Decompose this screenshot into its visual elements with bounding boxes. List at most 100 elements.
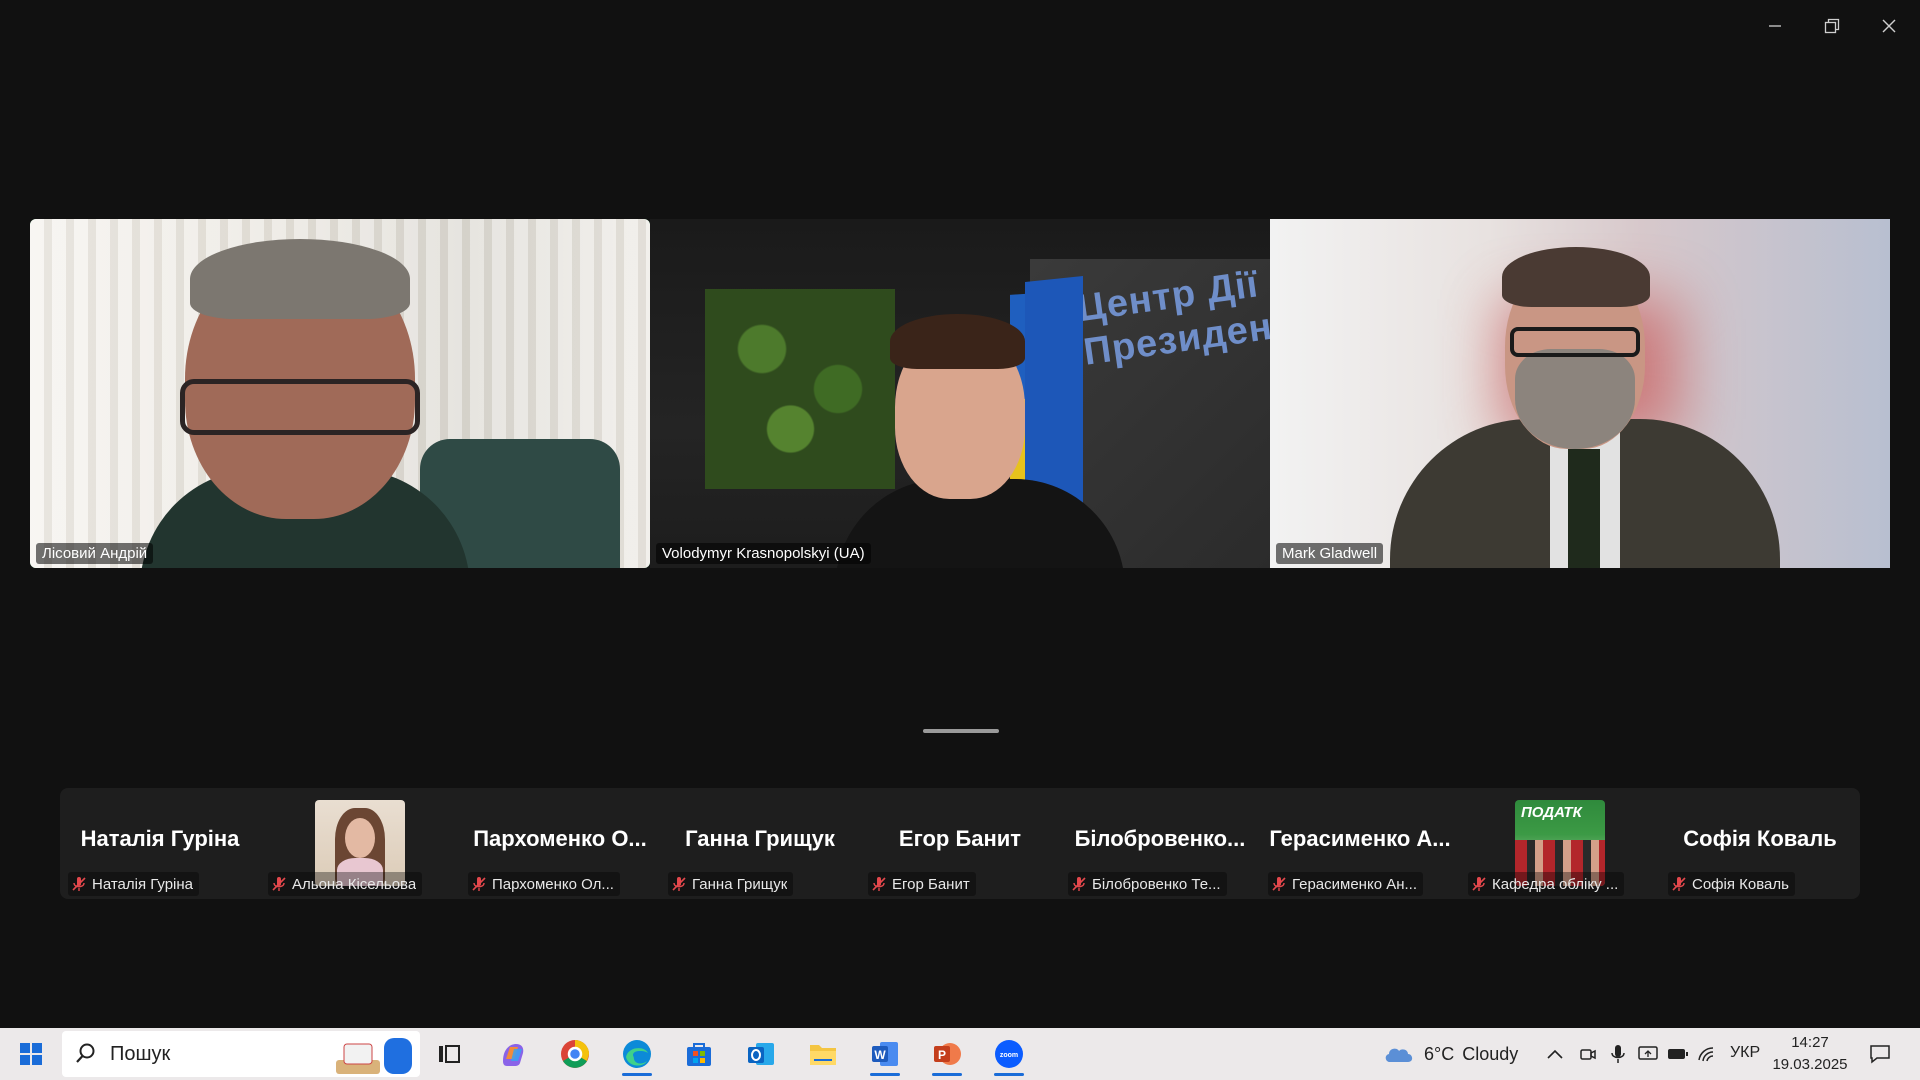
participant-label-text: Пархоменко Ол... xyxy=(492,875,614,893)
screen-share-icon xyxy=(1638,1046,1658,1060)
avatar-banner-text: ПОДАТК xyxy=(1521,804,1582,821)
zoom-button[interactable]: zoom xyxy=(986,1032,1032,1076)
participant-tile[interactable]: Наталія Гуріна Наталія Гуріна xyxy=(60,788,260,899)
minimize-button[interactable] xyxy=(1747,8,1803,44)
muted-mic-icon xyxy=(1472,877,1486,891)
video-tile-krasnopolskyi[interactable]: Центр Дії Президен Volodymyr Krasnopolsk… xyxy=(650,219,1270,568)
participant-tile[interactable]: Софія Коваль Софія Коваль xyxy=(1660,788,1860,899)
muted-mic-icon xyxy=(72,877,86,891)
muted-mic-icon xyxy=(1672,877,1686,891)
clock-date: 19.03.2025 xyxy=(1772,1056,1848,1073)
outlook-icon xyxy=(748,1043,774,1065)
restore-button[interactable] xyxy=(1804,8,1860,44)
wifi-button[interactable] xyxy=(1692,1032,1724,1076)
participant-display-name: Наталія Гуріна xyxy=(80,826,240,851)
participant-label-text: Егор Банит xyxy=(892,875,970,893)
language-indicator[interactable]: УКР xyxy=(1730,1044,1760,1062)
chrome-button[interactable] xyxy=(552,1032,598,1076)
minimize-icon xyxy=(1769,25,1781,27)
participant-tile[interactable]: Білобровенко... Білобровенко Те... xyxy=(1060,788,1260,899)
resize-handle[interactable] xyxy=(923,729,999,733)
participant-label: Пархоменко Ол... xyxy=(468,872,620,896)
participant-tile[interactable]: Герасименко А... Герасименко Ан... xyxy=(1260,788,1460,899)
weather-temp: 6°C xyxy=(1424,1043,1455,1064)
start-button[interactable] xyxy=(8,1032,54,1076)
zoom-meeting-window: Лісовий Андрій Центр Дії Президен Volody… xyxy=(0,0,1920,1080)
participant-label-text: Білобровенко Те... xyxy=(1092,875,1221,893)
weather-condition: Cloudy xyxy=(1462,1043,1519,1064)
svg-text:P: P xyxy=(938,1048,946,1062)
participant-display-name: Софія Коваль xyxy=(1683,826,1837,851)
participant-name-tag: Лісовий Андрій xyxy=(36,543,154,564)
participant-label: Герасименко Ан... xyxy=(1268,872,1423,896)
meet-now-button[interactable] xyxy=(1572,1032,1604,1076)
battery-button[interactable] xyxy=(1662,1032,1694,1076)
participant-display-name: Егор Банит xyxy=(898,826,1022,851)
participant-tile[interactable]: ПОДАТК Кафедра обліку ... xyxy=(1460,788,1660,899)
participant-label-text: Ганна Грищук xyxy=(692,875,788,893)
svg-text:W: W xyxy=(874,1048,886,1062)
participant-tile[interactable]: Пархоменко О... Пархоменко Ол... xyxy=(460,788,660,899)
video-feed xyxy=(1270,219,1890,568)
store-icon xyxy=(687,1043,711,1066)
search-icon xyxy=(76,1043,95,1063)
taskbar-search[interactable]: Пошук xyxy=(62,1031,420,1077)
muted-mic-icon xyxy=(872,877,886,891)
edge-button[interactable] xyxy=(614,1032,660,1076)
participant-tile[interactable]: Альона Кісельова xyxy=(260,788,460,899)
powerpoint-button[interactable]: P xyxy=(924,1032,970,1076)
participant-label-text: Наталія Гуріна xyxy=(92,875,194,893)
file-explorer-button[interactable] xyxy=(800,1032,846,1076)
video-feed: Центр Дії Президен xyxy=(650,219,1270,568)
taskbar: Пошук W P zoom 6°C Cloudy УКР 14:27 19.0… xyxy=(0,1028,1920,1080)
participant-label: Ганна Грищук xyxy=(668,872,794,896)
clock[interactable]: 14:27 19.03.2025 xyxy=(1770,1032,1850,1076)
close-button[interactable] xyxy=(1861,8,1917,44)
participant-label-text: Герасименко Ан... xyxy=(1292,875,1417,893)
microphone-button[interactable] xyxy=(1602,1032,1634,1076)
participant-tile[interactable]: Егор Банит Егор Банит xyxy=(860,788,1060,899)
camera-icon xyxy=(1580,1049,1596,1060)
outlook-button[interactable] xyxy=(738,1032,784,1076)
participant-name-tag: Volodymyr Krasnopolskyi (UA) xyxy=(656,543,871,564)
edge-icon xyxy=(623,1040,651,1068)
weather-widget[interactable]: 6°C Cloudy xyxy=(1382,1038,1518,1070)
screen-share-button[interactable] xyxy=(1632,1032,1664,1076)
muted-mic-icon xyxy=(272,877,286,891)
participant-label: Софія Коваль xyxy=(1668,872,1795,896)
video-feed xyxy=(30,219,650,568)
restore-icon xyxy=(1824,18,1840,34)
participant-label: Кафедра обліку ... xyxy=(1468,872,1625,896)
file-explorer-icon xyxy=(810,1045,836,1065)
powerpoint-icon: P xyxy=(934,1043,961,1065)
cloud-icon xyxy=(1385,1048,1413,1062)
muted-mic-icon xyxy=(472,877,486,891)
wifi-icon xyxy=(1698,1047,1714,1062)
svg-text:zoom: zoom xyxy=(1000,1052,1018,1059)
show-hidden-icons-button[interactable] xyxy=(1538,1032,1572,1076)
notification-icon xyxy=(1870,1045,1890,1064)
notifications-button[interactable] xyxy=(1858,1032,1902,1076)
muted-mic-icon xyxy=(672,877,686,891)
participant-label-text: Кафедра обліку ... xyxy=(1492,875,1619,893)
copilot-button[interactable] xyxy=(490,1032,536,1076)
muted-mic-icon xyxy=(1272,877,1286,891)
participant-tile[interactable]: Ганна Грищук Ганна Грищук xyxy=(660,788,860,899)
store-button[interactable] xyxy=(676,1032,722,1076)
clock-time: 14:27 xyxy=(1791,1034,1829,1051)
video-tile-lisovyi[interactable]: Лісовий Андрій xyxy=(30,219,650,568)
search-placeholder: Пошук xyxy=(110,1042,171,1065)
participant-label: Егор Банит xyxy=(868,872,976,896)
participant-label-text: Альона Кісельова xyxy=(292,875,417,893)
word-button[interactable]: W xyxy=(862,1032,908,1076)
video-tile-gladwell[interactable]: Mark Gladwell xyxy=(1270,219,1890,568)
participant-display-name: Герасименко А... xyxy=(1269,826,1451,851)
participant-label: Білобровенко Те... xyxy=(1068,872,1227,896)
participant-name-tag: Mark Gladwell xyxy=(1276,543,1384,564)
task-view-button[interactable] xyxy=(426,1032,472,1076)
task-view-icon xyxy=(439,1045,460,1063)
word-icon: W xyxy=(872,1042,898,1066)
participant-label-text: Софія Коваль xyxy=(1692,875,1789,893)
participant-strip: Наталія Гуріна Наталія Гуріна Альона Кісел… xyxy=(60,788,1860,899)
zoom-icon: zoom xyxy=(995,1040,1023,1068)
